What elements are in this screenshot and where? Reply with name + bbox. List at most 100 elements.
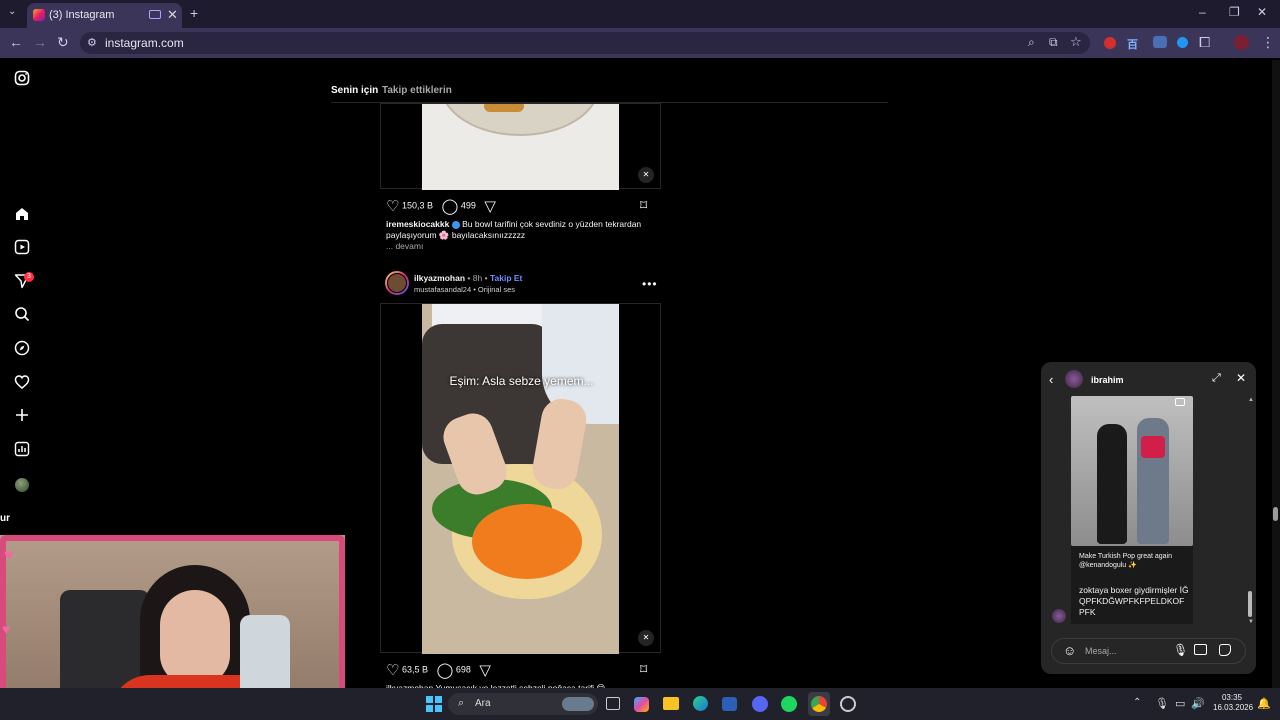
- post1-more-link[interactable]: ... devamı: [386, 241, 423, 252]
- task-view-icon[interactable]: [606, 697, 620, 710]
- comment-icon[interactable]: ◯: [437, 662, 454, 679]
- dm-shared-post-image[interactable]: [1071, 396, 1193, 546]
- microphone-icon[interactable]: 🎙: [1173, 643, 1188, 657]
- extension-adblock-icon[interactable]: [1104, 37, 1116, 49]
- restore-icon[interactable]: ❐: [1229, 5, 1240, 19]
- mute-icon[interactable]: ✕: [638, 167, 654, 183]
- post1-caption: iremeskiocakkk Bu bowl tarifini çok sevd…: [386, 219, 654, 241]
- comment-icon[interactable]: ◯: [442, 198, 459, 215]
- address-bar[interactable]: [80, 32, 1090, 54]
- tab-close-icon[interactable]: ✕: [167, 7, 178, 23]
- dashboard-icon[interactable]: [12, 441, 32, 461]
- window-close-icon[interactable]: ✕: [1257, 5, 1267, 19]
- like-icon[interactable]: ♡: [386, 662, 399, 679]
- search-icon[interactable]: [12, 306, 32, 326]
- extension-translate-icon[interactable]: 百: [1127, 36, 1138, 52]
- spotify-icon[interactable]: [781, 696, 797, 712]
- reload-icon[interactable]: ↻: [57, 34, 69, 51]
- extension-blue-icon[interactable]: [1177, 37, 1188, 48]
- tray-mic-icon[interactable]: 🎙: [1155, 697, 1169, 710]
- post2-media[interactable]: Eşim: Asla sebze yemem... ✕: [380, 303, 661, 654]
- tray-chevron-icon[interactable]: ⌃: [1133, 697, 1141, 708]
- profile-avatar-icon[interactable]: [1234, 35, 1249, 50]
- post2-overlay-text: Eşim: Asla sebze yemem...: [449, 374, 594, 388]
- browser-tab[interactable]: (3) Instagram ✕: [27, 3, 182, 28]
- minimize-icon[interactable]: –: [1199, 5, 1206, 19]
- photo-icon[interactable]: [1194, 644, 1207, 655]
- taskbar-date: 16.03.2026: [1213, 703, 1254, 712]
- post2-comments: 698: [455, 664, 471, 675]
- dm-scroll-down-icon[interactable]: ▼: [1248, 619, 1254, 625]
- taskbar-time: 03:35: [1221, 693, 1243, 702]
- instagram-logo-icon[interactable]: [12, 70, 32, 90]
- browser-menu-icon[interactable]: ⋮: [1261, 34, 1275, 51]
- post2-audio[interactable]: mustafasandal24 • Orijinal ses: [414, 285, 515, 294]
- edge-icon[interactable]: [693, 696, 708, 711]
- post2-avatar[interactable]: [385, 271, 409, 295]
- dm-sender-avatar: [1052, 609, 1066, 623]
- save-bookmark-icon[interactable]: ⌑: [640, 661, 647, 678]
- start-icon[interactable]: [426, 696, 442, 712]
- install-app-icon[interactable]: ⧉: [1049, 35, 1058, 50]
- share-icon[interactable]: ▽: [479, 662, 491, 679]
- heart-sticker-icon: ♥: [2, 621, 11, 637]
- heart-sticker-icon: ♥: [4, 547, 14, 564]
- post1-username[interactable]: iremeskiocakkk: [386, 219, 449, 229]
- tab-for-you[interactable]: Senin için: [331, 85, 378, 96]
- sticker-icon[interactable]: [1219, 644, 1231, 656]
- page-scrollbar-track[interactable]: [1272, 60, 1280, 688]
- post2-header: ilkyazmohan • 8h • Takip Et: [414, 273, 523, 283]
- store-icon[interactable]: [722, 697, 737, 711]
- taskbar-search-icon: ⌕: [458, 697, 465, 709]
- create-icon[interactable]: [12, 407, 32, 427]
- follow-button[interactable]: Takip Et: [490, 273, 522, 283]
- chrome-icon[interactable]: [811, 696, 827, 712]
- tab-search-chevron-icon[interactable]: ⌄: [8, 6, 16, 17]
- back-icon[interactable]: ←: [9, 34, 23, 50]
- reels-icon[interactable]: [12, 239, 32, 259]
- post2-username[interactable]: ilkyazmohan: [414, 273, 465, 283]
- dm-contact-avatar[interactable]: [1065, 370, 1083, 388]
- site-info-icon[interactable]: ⚙: [87, 36, 97, 49]
- dm-message-1: Make Turkish Pop great again @kenandogul…: [1079, 553, 1172, 569]
- verified-badge-icon: [451, 220, 460, 229]
- url-text: instagram.com: [105, 36, 184, 50]
- zoom-icon[interactable]: ⌕: [1028, 35, 1035, 50]
- tray-network-icon[interactable]: ▭: [1175, 697, 1185, 710]
- notifications-icon[interactable]: [12, 374, 32, 394]
- taskbar-search-placeholder: Ara: [475, 698, 491, 709]
- new-tab-icon[interactable]: +: [190, 5, 198, 21]
- dm-scroll-up-icon[interactable]: ▲: [1248, 397, 1254, 403]
- save-bookmark-icon[interactable]: ⌑: [640, 197, 647, 214]
- page-scrollbar-thumb[interactable]: [1273, 507, 1278, 521]
- dm-back-icon[interactable]: ‹: [1049, 372, 1053, 387]
- dm-input-placeholder: Mesaj...: [1085, 646, 1117, 656]
- extension-meet-icon[interactable]: [1153, 36, 1167, 48]
- forward-icon[interactable]: →: [33, 34, 47, 50]
- post2-video-frame: [422, 304, 619, 654]
- profile-avatar-icon[interactable]: [12, 475, 32, 495]
- like-icon[interactable]: ♡: [386, 198, 399, 215]
- discord-icon[interactable]: [752, 696, 768, 712]
- bookmark-star-icon[interactable]: ☆: [1070, 34, 1082, 50]
- more-options-icon[interactable]: •••: [642, 277, 658, 291]
- file-explorer-icon[interactable]: [663, 697, 679, 710]
- emoji-icon[interactable]: ☺: [1063, 643, 1076, 658]
- post1-media[interactable]: ✕: [380, 103, 661, 190]
- tray-volume-icon[interactable]: 🔊: [1191, 697, 1205, 710]
- explore-icon[interactable]: [12, 340, 32, 360]
- taskbar-clock[interactable]: 03:35 16.03.2026: [1213, 693, 1254, 713]
- tab-following[interactable]: Takip ettiklerin: [382, 85, 452, 96]
- dm-scrollbar-thumb[interactable]: [1248, 591, 1252, 617]
- mute-icon[interactable]: ✕: [638, 630, 654, 646]
- copilot-icon[interactable]: [634, 697, 649, 712]
- obs-icon[interactable]: [840, 696, 856, 712]
- notification-bell-icon[interactable]: 🔔: [1257, 697, 1271, 710]
- dm-message-input[interactable]: [1051, 638, 1246, 664]
- dm-close-icon[interactable]: ✕: [1236, 371, 1246, 385]
- home-icon[interactable]: [12, 206, 32, 226]
- share-icon[interactable]: ▽: [484, 198, 496, 215]
- dm-expand-icon[interactable]: ⤢: [1212, 372, 1221, 385]
- extensions-puzzle-icon[interactable]: ⧠: [1199, 34, 1210, 51]
- dm-contact-name[interactable]: ibrahim: [1091, 375, 1124, 385]
